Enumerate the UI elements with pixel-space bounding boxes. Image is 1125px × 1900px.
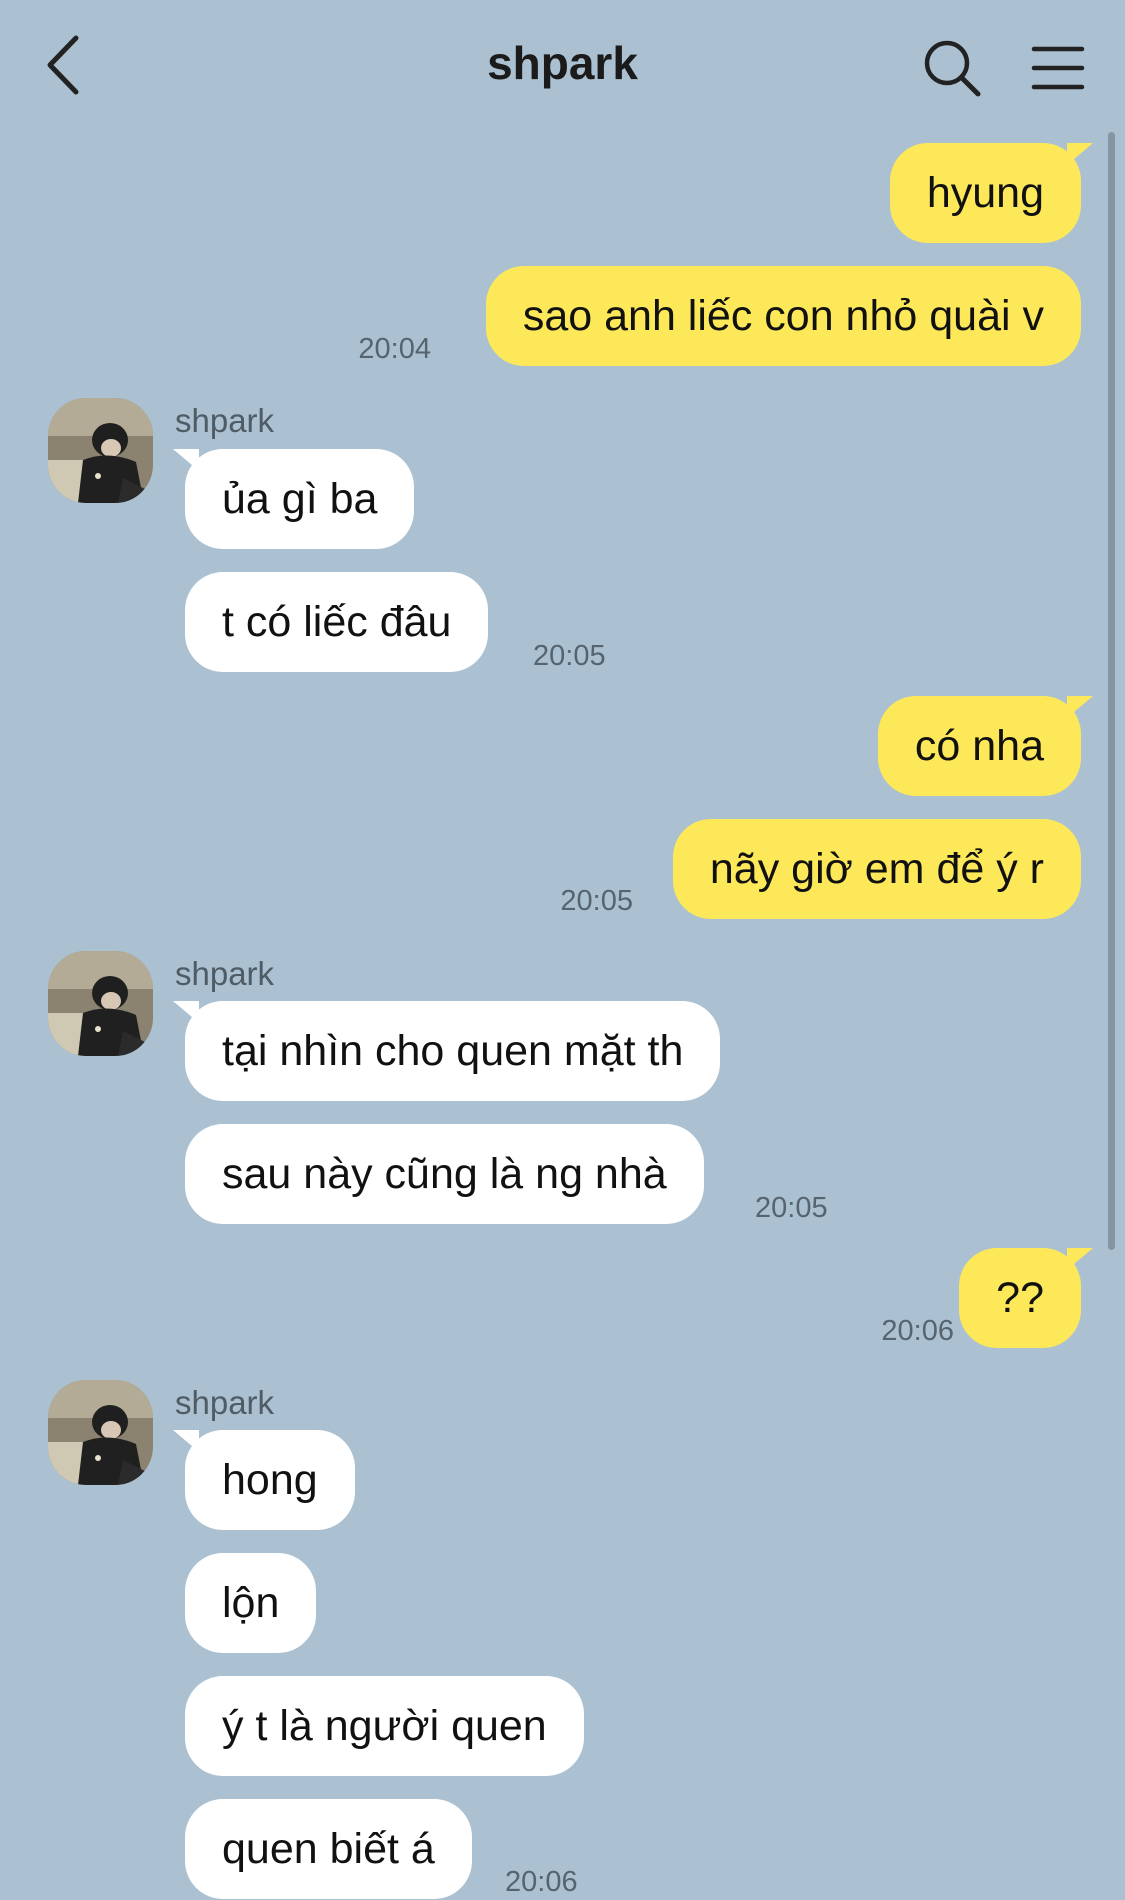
their-message-bubble[interactable]: ý t là người quen bbox=[185, 1676, 584, 1776]
their-message-bubble[interactable]: ủa gì ba bbox=[172, 449, 415, 549]
menu-button[interactable] bbox=[1030, 44, 1086, 94]
hamburger-menu-icon bbox=[1031, 46, 1085, 90]
sender-name: shpark bbox=[175, 955, 275, 992]
my-message-bubble[interactable]: ?? bbox=[959, 1248, 1093, 1348]
message-time: 20:06 bbox=[881, 1315, 954, 1347]
my-message-bubble[interactable]: nãy giờ em để ý r bbox=[672, 819, 1081, 919]
sender-name: shpark bbox=[175, 1384, 275, 1421]
search-icon bbox=[924, 40, 981, 97]
their-message-bubble[interactable]: hong bbox=[173, 1430, 355, 1530]
message-time: 20:04 bbox=[358, 333, 431, 365]
avatar[interactable] bbox=[48, 398, 153, 503]
avatar-photo bbox=[48, 951, 153, 1056]
message-time: 20:05 bbox=[755, 1192, 828, 1224]
chat-header: shpark bbox=[0, 0, 1125, 130]
message-time: 20:06 bbox=[505, 1866, 578, 1898]
my-message-bubble[interactable]: hyung bbox=[889, 143, 1094, 243]
sender-name: shpark bbox=[175, 402, 275, 439]
their-message-bubble[interactable]: sau này cũng là ng nhà bbox=[185, 1124, 704, 1224]
my-message-bubble[interactable]: sao anh liếc con nhỏ quài v bbox=[485, 266, 1081, 366]
avatar[interactable] bbox=[48, 951, 153, 1056]
avatar-photo bbox=[48, 1380, 153, 1485]
their-message-bubble[interactable]: tại nhìn cho quen mặt th bbox=[172, 1001, 721, 1101]
their-message-bubble[interactable]: t có liếc đâu bbox=[185, 572, 489, 672]
avatar[interactable] bbox=[48, 1380, 153, 1485]
avatar-photo bbox=[48, 398, 153, 503]
their-message-bubble[interactable]: lộn bbox=[185, 1553, 317, 1653]
message-time: 20:05 bbox=[533, 640, 606, 672]
search-button[interactable] bbox=[922, 38, 982, 98]
their-message-bubble[interactable]: quen biết á bbox=[185, 1799, 472, 1899]
my-message-bubble[interactable]: có nha bbox=[877, 696, 1094, 796]
message-time: 20:05 bbox=[560, 885, 633, 917]
scrollbar[interactable] bbox=[1108, 132, 1115, 1250]
